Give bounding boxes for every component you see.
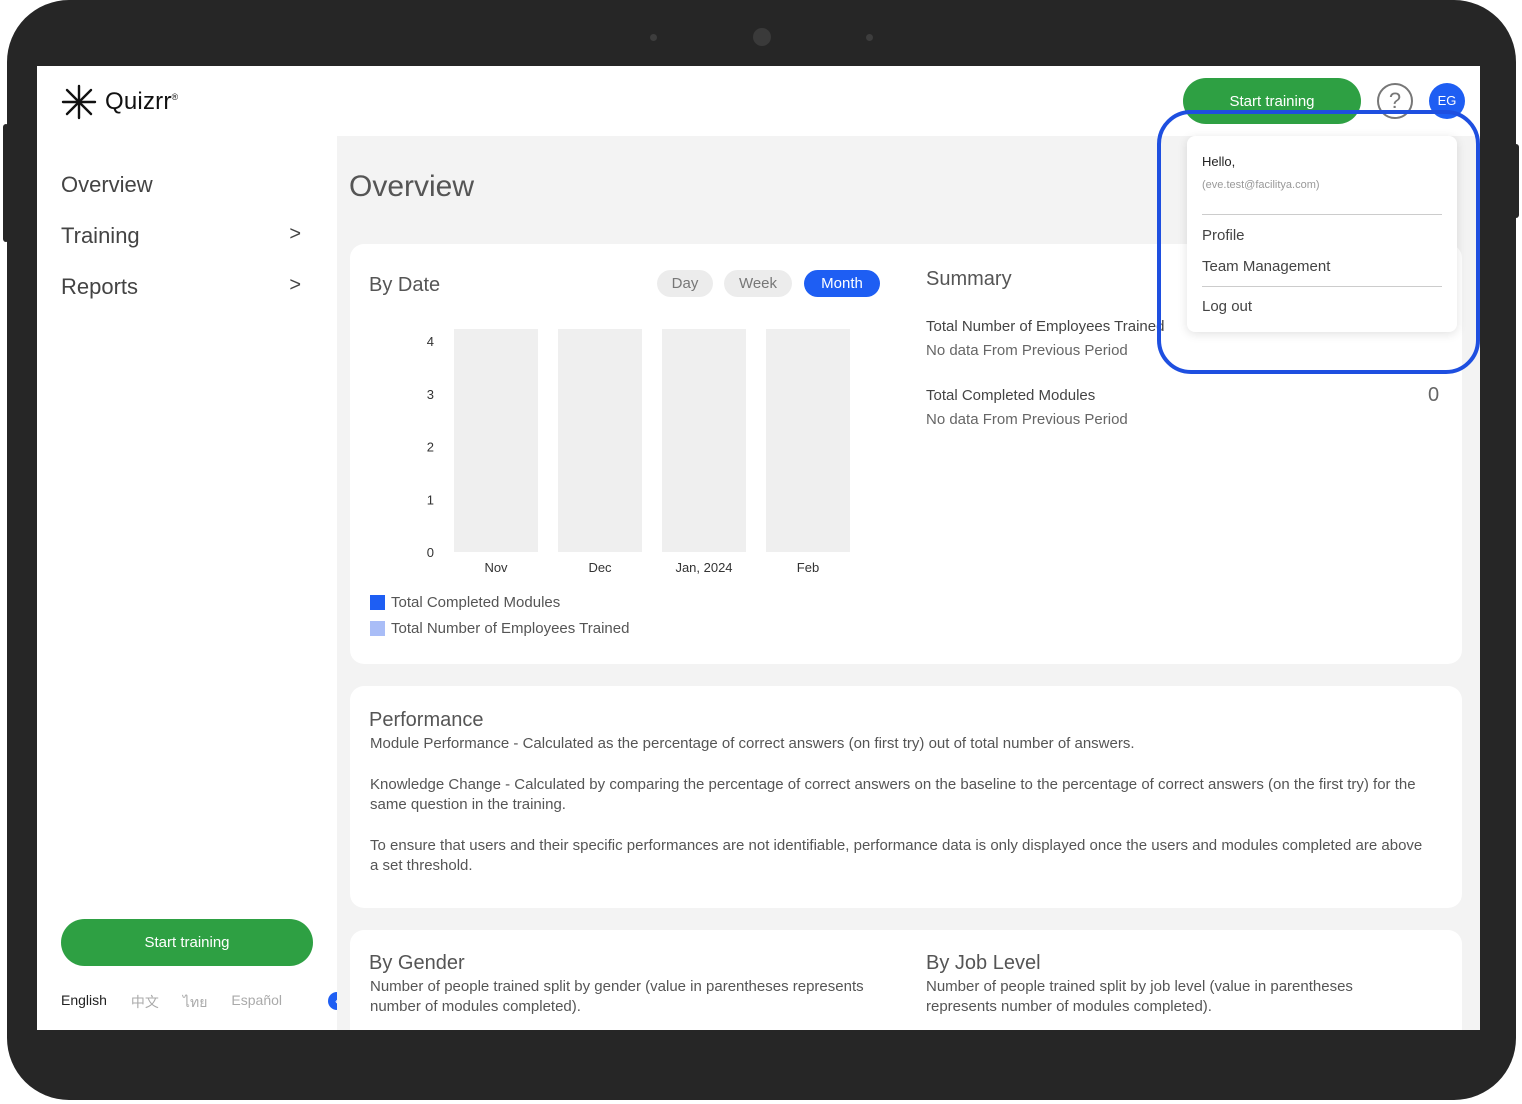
sensor-dot bbox=[650, 34, 657, 41]
sidebar-item-overview[interactable]: Overview bbox=[61, 172, 301, 198]
by-gender-desc: Number of people trained split by gender… bbox=[370, 978, 864, 1015]
chevron-right-icon: > bbox=[289, 274, 301, 296]
legend-swatch bbox=[370, 595, 385, 610]
language-option-thai[interactable]: ไทย bbox=[183, 992, 207, 1014]
by-job-level-title: By Job Level bbox=[926, 952, 1041, 974]
y-tick-label: 3 bbox=[427, 387, 434, 402]
performance-paragraph: Module Performance - Calculated as the p… bbox=[370, 735, 1135, 752]
dropdown-highlight-outline bbox=[1157, 110, 1480, 374]
summary-title: Summary bbox=[926, 268, 1012, 290]
sidebar-start-training-button[interactable]: Start training bbox=[61, 919, 313, 966]
chevron-right-icon: > bbox=[289, 223, 301, 245]
performance-paragraph: To ensure that users and their specific … bbox=[370, 837, 1423, 874]
legend-swatch bbox=[370, 621, 385, 636]
app-name: Quizrr® bbox=[105, 88, 179, 115]
bar-background bbox=[662, 329, 746, 552]
quizrr-logo-icon bbox=[61, 84, 97, 120]
by-job-level-desc: Number of people trained split by job le… bbox=[926, 978, 1353, 1015]
bar-background bbox=[766, 329, 850, 552]
sidebar-item-label: Overview bbox=[61, 172, 153, 197]
language-option-spanish[interactable]: Español bbox=[231, 992, 282, 1014]
legend-item: Total Number of Employees Trained bbox=[370, 620, 629, 637]
by-date-bar-chart: 0 1 2 3 4 Nov Dec Jan, 2024 Feb bbox=[427, 329, 850, 575]
x-tick-label: Nov bbox=[484, 560, 508, 575]
performance-paragraph: Knowledge Change - Calculated by compari… bbox=[370, 776, 1416, 813]
summary-modules-sub: No data From Previous Period bbox=[926, 411, 1128, 428]
bar-background bbox=[558, 329, 642, 552]
segment-week[interactable]: Week bbox=[724, 270, 792, 297]
gender-joblevel-card: By Gender Number of people trained split… bbox=[350, 930, 1462, 1030]
legend-label: Total Number of Employees Trained bbox=[391, 620, 630, 637]
summary-modules-value: 0 bbox=[1428, 384, 1440, 406]
legend-label: Total Completed Modules bbox=[391, 594, 561, 611]
tablet-side-button bbox=[3, 124, 9, 242]
by-date-title: By Date bbox=[369, 274, 441, 296]
y-tick-label: 4 bbox=[427, 334, 434, 349]
x-tick-label: Jan, 2024 bbox=[675, 560, 732, 575]
performance-card: Performance Module Performance - Calcula… bbox=[350, 686, 1462, 908]
language-switcher: English 中文 ไทย Español bbox=[61, 992, 282, 1014]
language-option-english[interactable]: English bbox=[61, 992, 107, 1014]
x-tick-label: Feb bbox=[797, 560, 819, 575]
language-option-chinese[interactable]: 中文 bbox=[131, 992, 159, 1014]
segment-month[interactable]: Month bbox=[804, 270, 880, 297]
sidebar-item-reports[interactable]: Reports > bbox=[61, 274, 301, 300]
summary-modules-label: Total Completed Modules bbox=[926, 387, 1096, 404]
segment-day[interactable]: Day bbox=[657, 270, 713, 297]
sidebar-item-label: Reports bbox=[61, 274, 139, 299]
summary-employees-label: Total Number of Employees Trained bbox=[926, 318, 1165, 335]
sidebar-item-label: Training bbox=[61, 223, 140, 248]
camera-icon bbox=[753, 28, 771, 46]
y-tick-label: 1 bbox=[427, 492, 434, 507]
x-tick-label: Dec bbox=[588, 560, 612, 575]
sensor-dot bbox=[866, 34, 873, 41]
summary-employees-sub: No data From Previous Period bbox=[926, 342, 1128, 359]
by-gender-title: By Gender bbox=[369, 952, 465, 974]
bar-background bbox=[454, 329, 538, 552]
tablet-side-button bbox=[1513, 144, 1519, 218]
y-tick-label: 2 bbox=[427, 440, 434, 455]
y-tick-label: 0 bbox=[427, 545, 434, 560]
app-logo[interactable]: Quizrr® bbox=[61, 84, 178, 120]
sidebar-item-training[interactable]: Training > bbox=[61, 223, 301, 249]
legend-item: Total Completed Modules bbox=[370, 594, 560, 611]
page-title: Overview bbox=[349, 170, 475, 203]
performance-title: Performance bbox=[369, 709, 484, 731]
